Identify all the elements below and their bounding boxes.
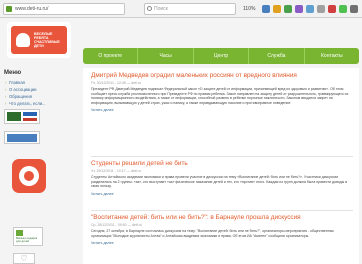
partner-banner[interactable]: [4, 109, 40, 124]
news-post: Дмитрий Медведев оградил маленьких росси…: [91, 72, 353, 113]
zoom-level[interactable]: 110%: [243, 3, 255, 15]
address-bar[interactable]: www.deti-ru.ru/: [3, 3, 125, 15]
partner-banner[interactable]: Малыш подарок для детей: [13, 227, 43, 246]
news-post: Студенты решили детей не бить Чт, 29/12/…: [91, 160, 353, 197]
browser-search-input[interactable]: Поиск: [144, 3, 236, 15]
divider: [91, 210, 353, 211]
search-icon: [147, 6, 152, 11]
search-placeholder: Поиск: [154, 6, 168, 12]
news-feed: Дмитрий Медведев оградил маленьких росси…: [83, 68, 359, 264]
logo-text: ВЕСЕЛЫЕ РЕБЯТА СЧАСТЛИВЫЕ ДЕТИ: [34, 32, 60, 49]
post-date: Ср, 28/12/2011 - 09:50 — deti.ru: [91, 223, 142, 227]
face-icon: [19, 166, 39, 186]
banner-logo-block: [7, 112, 21, 121]
post-title[interactable]: "Воспитание детей: бить или не бить?": в…: [91, 214, 353, 222]
banner-logo-block: [7, 134, 37, 142]
sidebar-item-home[interactable]: Главная: [4, 79, 80, 86]
history-icon[interactable]: [295, 5, 303, 13]
web-page: ВЕСЕЛЫЕ РЕБЯТА СЧАСТЛИВЫЕ ДЕТИ О проекте…: [0, 18, 362, 264]
post-body: Сегодня, 27 октября, в Барнауле состояла…: [91, 229, 334, 238]
banner-stripe: [23, 112, 37, 116]
partner-banner[interactable]: [4, 131, 40, 144]
addon-icon[interactable]: [317, 5, 325, 13]
home-icon[interactable]: [273, 5, 281, 13]
post-date: Чт, 29/12/2011 - 10:17 — deti.ru: [91, 169, 141, 173]
logo-line: ДЕТИ: [34, 44, 44, 49]
post-title[interactable]: Дмитрий Медведев оградил маленьких росси…: [91, 72, 353, 80]
site-logo[interactable]: ВЕСЕЛЫЕ РЕБЯТА СЧАСТЛИВЫЕ ДЕТИ: [7, 22, 71, 58]
nav-item-hours[interactable]: Часы: [137, 48, 192, 64]
banner-stripe: [23, 118, 37, 121]
browser-toolbar: www.deti-ru.ru/ Поиск 110%: [0, 0, 362, 18]
read-more-link[interactable]: Читать далее: [91, 241, 353, 246]
address-text: www.deti-ru.ru/: [15, 6, 49, 12]
post-body: Президент РФ Дмитрий Медведев подписал Ф…: [91, 87, 349, 105]
post-body: Студенты Алтайского академии экономики и…: [91, 175, 348, 189]
heart-icon: ♡: [20, 254, 28, 263]
bookmark-icon[interactable]: [262, 5, 270, 13]
sidebar: Меню Главная О ассоциации Обращения Что …: [4, 70, 80, 107]
read-more-link[interactable]: Читать далее: [91, 108, 353, 113]
child-helpline-icon[interactable]: [12, 159, 46, 193]
banner-text: Малыш подарок для детей: [16, 236, 38, 244]
news-post: "Воспитание детей: бить или не бить?": в…: [91, 214, 353, 246]
heart-banner[interactable]: ♡: [13, 253, 35, 264]
child-figure-icon: [16, 33, 30, 47]
post-title[interactable]: Студенты решили детей не бить: [91, 160, 353, 168]
logo-badge: ВЕСЕЛЫЕ РЕБЯТА СЧАСТЛИВЫЕ ДЕТИ: [11, 26, 67, 54]
menu-icon[interactable]: [350, 5, 358, 13]
extension-icon[interactable]: [339, 5, 347, 13]
post-date: Пт, 30/12/2011 - 12:45 — deti.ru: [91, 81, 141, 85]
main-navigation: О проекте Часы Центр Служба Контакты: [83, 48, 359, 64]
sync-icon[interactable]: [306, 5, 314, 13]
adblock-icon[interactable]: [328, 5, 336, 13]
nav-item-center[interactable]: Центр: [192, 48, 248, 64]
sidebar-item-what-to-do[interactable]: Что делать, если...: [4, 100, 80, 107]
menu-title: Меню: [4, 70, 22, 76]
nav-item-contacts[interactable]: Контакты: [303, 48, 359, 64]
banner-logo-icon: [16, 230, 23, 236]
read-more-link[interactable]: Читать далее: [91, 192, 353, 197]
download-icon[interactable]: [284, 5, 292, 13]
sidebar-item-appeals[interactable]: Обращения: [4, 93, 80, 100]
sidebar-item-association[interactable]: О ассоциации: [4, 86, 80, 93]
nav-item-service[interactable]: Служба: [248, 48, 303, 64]
nav-item-about[interactable]: О проекте: [83, 48, 137, 64]
site-favicon-icon: [6, 6, 12, 12]
divider: [91, 156, 353, 157]
